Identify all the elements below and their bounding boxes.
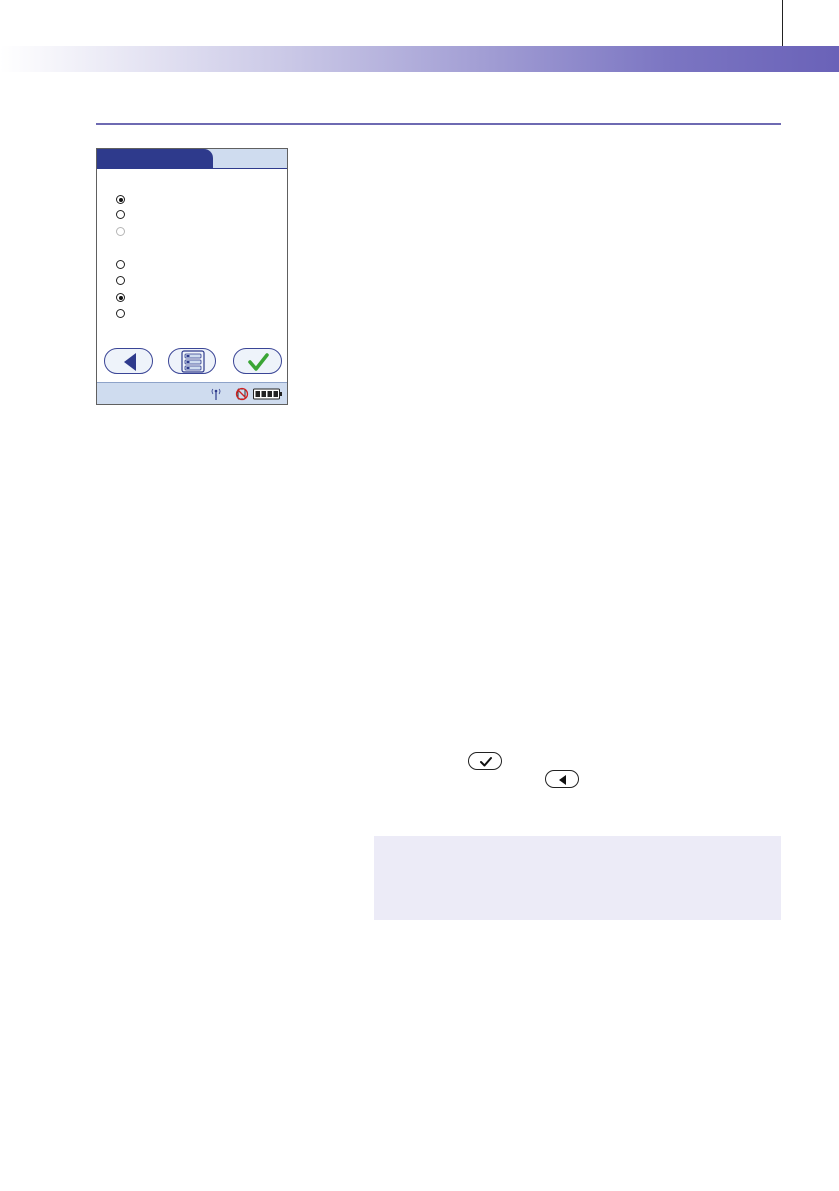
section-rule: [96, 123, 781, 125]
radio-option-6[interactable]: [116, 293, 125, 302]
radio-option-3: [116, 227, 125, 236]
back-triangle-pill-icon: [545, 770, 579, 788]
radio-option-5[interactable]: [116, 276, 125, 285]
radio-option-2[interactable]: [116, 210, 125, 219]
radio-option-1[interactable]: [116, 195, 125, 204]
note-box: [374, 836, 781, 920]
tab-active[interactable]: [97, 149, 213, 168]
checkmark-icon: [248, 353, 269, 371]
tab-bar: [97, 149, 287, 169]
battery-icon: [253, 388, 282, 400]
radio-option-7[interactable]: [116, 309, 125, 318]
radio-option-4[interactable]: [116, 260, 125, 269]
no-barcode-icon: [235, 387, 249, 401]
header-gradient-band: [0, 46, 839, 72]
confirm-button[interactable]: [233, 348, 282, 374]
triangle-left-icon: [124, 353, 136, 371]
list-menu-icon: [181, 350, 205, 373]
back-button[interactable]: [104, 348, 153, 374]
checkmark-pill-icon: [468, 752, 502, 770]
status-bar: [97, 382, 287, 404]
page-edge-line: [782, 0, 783, 52]
antenna-icon: [211, 388, 221, 400]
menu-button[interactable]: [168, 348, 216, 374]
device-screen: [96, 148, 288, 405]
tab-inactive[interactable]: [217, 149, 287, 168]
